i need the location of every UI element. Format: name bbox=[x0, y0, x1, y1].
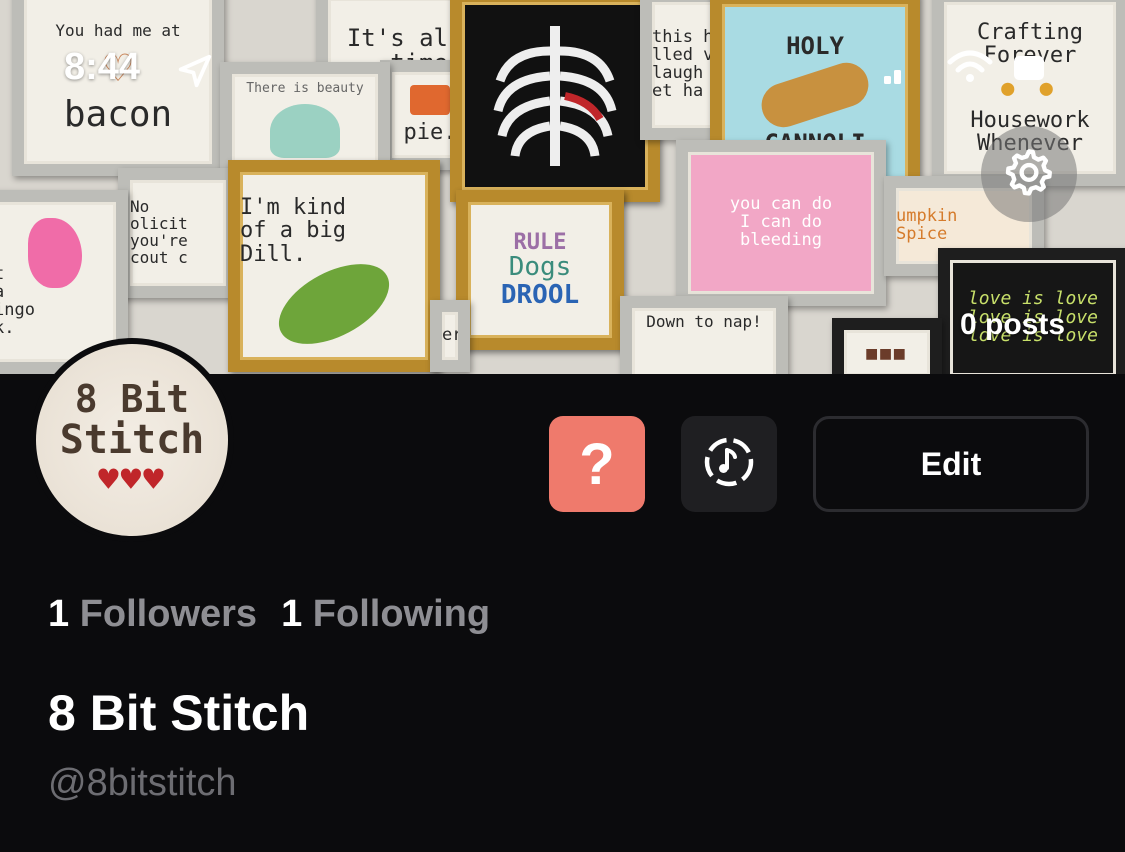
frame-ribcage bbox=[450, 0, 660, 202]
ribcage-drawing bbox=[493, 26, 617, 166]
frame-text: RULE bbox=[513, 230, 567, 256]
frame-text: Dogs bbox=[508, 252, 572, 283]
status-time: 8:44 bbox=[64, 46, 141, 88]
cannoli-drawing bbox=[755, 57, 875, 133]
followers-stat[interactable]: 1 Followers bbox=[48, 593, 257, 636]
frame-text: HOLY bbox=[786, 31, 844, 60]
following-stat[interactable]: 1 Following bbox=[281, 593, 490, 636]
posts-count: 0 posts bbox=[960, 308, 1066, 341]
frame-text: bacon bbox=[63, 93, 173, 135]
frame-text: er bbox=[442, 325, 463, 346]
avatar-text: 8 Bit bbox=[74, 377, 190, 422]
following-label: Following bbox=[312, 593, 491, 635]
frame-text: There is beauty bbox=[246, 81, 364, 96]
following-count: 1 bbox=[281, 593, 303, 635]
frame-dill: I'm kind of a big Dill. bbox=[228, 160, 440, 372]
music-button[interactable] bbox=[681, 416, 777, 512]
frame-nap: Down to nap! bbox=[620, 296, 788, 374]
frame-text: DROOL bbox=[500, 279, 580, 310]
frame-text: You had me at bbox=[55, 20, 181, 40]
frame-text: I'm kind of a big Dill. bbox=[240, 195, 346, 267]
question-mark-icon: ? bbox=[579, 431, 615, 497]
settings-button[interactable] bbox=[981, 126, 1077, 222]
profile-banner: You had me at ♡ bacon It's al time pie. … bbox=[0, 0, 1125, 374]
location-arrow-icon bbox=[176, 52, 214, 94]
narwhal-drawing bbox=[270, 103, 340, 158]
username-handle: @8bitstitch bbox=[48, 762, 237, 804]
avatar-text: Stitch bbox=[59, 417, 205, 464]
followers-label: Followers bbox=[79, 593, 258, 635]
frame-text: Down to nap! bbox=[646, 312, 762, 331]
frame-text: t a ingo k. bbox=[0, 265, 35, 338]
dolls-drawing: ■■■ bbox=[866, 342, 908, 364]
edit-profile-button[interactable]: Edit bbox=[813, 416, 1089, 512]
display-name: 8 Bit Stitch bbox=[48, 685, 310, 741]
frame-no-solicit: No olicit you're cout c bbox=[118, 168, 238, 298]
help-button[interactable]: ? bbox=[549, 416, 645, 512]
frame-dolls: ■■■ bbox=[832, 318, 942, 374]
frame-text: No olicit you're cout c bbox=[130, 197, 188, 267]
wifi-icon bbox=[946, 48, 994, 88]
avatar-image: 8 Bit Stitch ♥♥♥ bbox=[36, 344, 228, 536]
flamingo-drawing bbox=[28, 218, 82, 288]
follow-stats: 1 Followers 1 Following bbox=[48, 593, 490, 636]
frame-text: umpkin Spice bbox=[896, 206, 958, 244]
avatar-hearts: ♥♥♥ bbox=[98, 460, 166, 501]
frame-text: you can do I can do bleeding bbox=[729, 194, 833, 250]
frame-text: pie. bbox=[403, 120, 457, 146]
frame-dogs-drool: RULE Dogs DROOL bbox=[456, 190, 624, 350]
battery-icon bbox=[1014, 56, 1044, 84]
frame-you-can-do: you can do I can do bleeding bbox=[676, 140, 886, 306]
frame-er: er bbox=[430, 300, 470, 372]
signal-icon bbox=[884, 66, 908, 88]
music-note-icon bbox=[702, 435, 756, 493]
followers-count: 1 bbox=[48, 593, 70, 635]
frame-text: this h lled v laugh et ha bbox=[652, 27, 714, 101]
pie-drawing bbox=[410, 85, 450, 116]
avatar[interactable]: 8 Bit Stitch ♥♥♥ bbox=[30, 338, 234, 542]
gear-icon bbox=[1003, 146, 1055, 202]
